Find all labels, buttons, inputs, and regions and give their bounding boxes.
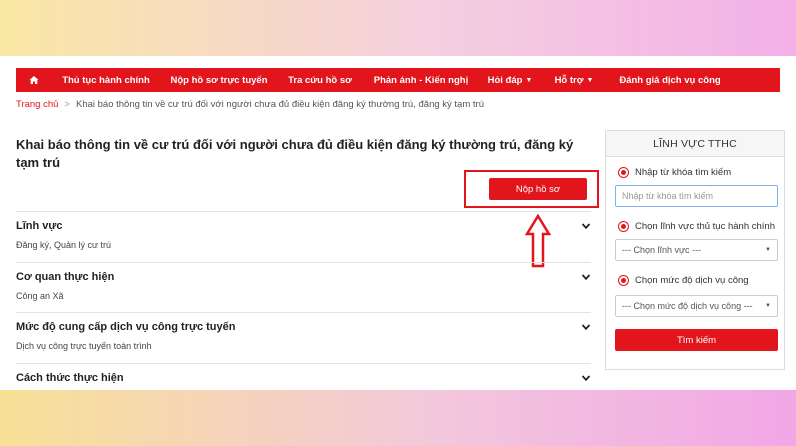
section-divider: [16, 363, 591, 364]
section-heading: Lĩnh vực: [16, 220, 63, 232]
chevron-down-icon: [581, 223, 591, 230]
section-cach-thuc: Cách thức thực hiện: [16, 363, 591, 388]
keyword-search-input[interactable]: [615, 185, 778, 207]
level-select[interactable]: --- Chọn mức độ dịch vụ công --- ▼: [615, 295, 778, 317]
caret-down-icon: ▼: [765, 303, 771, 309]
section-divider: [16, 211, 591, 212]
radio-checked-icon[interactable]: [618, 167, 629, 178]
breadcrumb: Trang chủ > Khai báo thông tin về cư trú…: [16, 99, 484, 110]
page-sheet: Thủ tục hành chính Nộp hồ sơ trực tuyến …: [0, 56, 796, 390]
radio-checked-icon[interactable]: [618, 275, 629, 286]
nav-item-phan-anh[interactable]: Phản ánh - Kiến nghị: [362, 75, 480, 86]
level-select-value: --- Chọn mức độ dịch vụ công ---: [622, 301, 753, 311]
section-header[interactable]: Cơ quan thực hiện: [16, 267, 591, 287]
chevron-down-icon: [581, 375, 591, 382]
search-button[interactable]: Tìm kiếm: [615, 329, 778, 351]
sidebar-title: LĨNH VỰC TTHC: [606, 131, 784, 157]
nav-item-nop-ho-so[interactable]: Nộp hồ sơ trực tuyến: [160, 75, 278, 86]
main-navbar: Thủ tục hành chính Nộp hồ sơ trực tuyến …: [16, 68, 780, 92]
section-header[interactable]: Mức độ cung cấp dịch vụ công trực tuyến: [16, 317, 591, 337]
breadcrumb-separator: >: [64, 99, 70, 110]
home-icon: [29, 76, 39, 84]
section-muc-do: Mức độ cung cấp dịch vụ công trực tuyến …: [16, 312, 591, 351]
caret-down-icon: ▼: [525, 76, 533, 84]
sidebar-panel: LĨNH VỰC TTHC Nhập từ khóa tìm kiếm Chọn…: [605, 130, 785, 370]
breadcrumb-home-link[interactable]: Trang chủ: [16, 99, 58, 110]
section-value: Công an Xã: [16, 291, 64, 301]
nav-item-tra-cuu[interactable]: Tra cứu hồ sơ: [278, 75, 362, 86]
breadcrumb-current: Khai báo thông tin về cư trú đối với ngư…: [75, 99, 484, 110]
bottom-decorative-band: [0, 390, 796, 446]
nav-item-ho-tro[interactable]: Hỗ trợ ▼: [540, 75, 608, 86]
section-header[interactable]: Cách thức thực hiện: [16, 368, 591, 388]
radio-checked-icon[interactable]: [618, 221, 629, 232]
field-select[interactable]: --- Chọn lĩnh vực --- ▼: [615, 239, 778, 261]
chevron-down-icon: [581, 324, 591, 331]
section-co-quan: Cơ quan thực hiện Công an Xã: [16, 262, 591, 301]
option-field[interactable]: Chọn lĩnh vực thủ tục hành chính: [618, 221, 775, 232]
chevron-down-icon: [581, 274, 591, 281]
section-value: Dịch vụ công trực tuyến toàn trình: [16, 341, 152, 351]
section-heading: Mức độ cung cấp dịch vụ công trực tuyến: [16, 321, 236, 333]
section-linh-vuc: Lĩnh vực Đăng ký, Quản lý cư trú: [16, 211, 591, 250]
section-value: Đăng ký, Quản lý cư trú: [16, 240, 112, 250]
section-heading: Cách thức thực hiện: [16, 372, 124, 384]
section-divider: [16, 312, 591, 313]
section-header[interactable]: Lĩnh vực: [16, 216, 591, 236]
option-label: Chọn mức độ dịch vụ công: [635, 275, 749, 286]
option-label: Nhập từ khóa tìm kiếm: [635, 167, 732, 178]
field-select-value: --- Chọn lĩnh vực ---: [622, 245, 702, 255]
section-divider: [16, 262, 591, 263]
option-label: Chọn lĩnh vực thủ tục hành chính: [635, 221, 775, 232]
caret-down-icon: ▼: [765, 247, 771, 253]
nav-item-thu-tuc[interactable]: Thủ tục hành chính: [52, 75, 160, 86]
nav-item-danh-gia[interactable]: Đánh giá dịch vụ công: [608, 75, 732, 86]
section-heading: Cơ quan thực hiện: [16, 271, 115, 283]
submit-application-button[interactable]: Nộp hồ sơ: [489, 178, 587, 200]
option-keyword[interactable]: Nhập từ khóa tìm kiếm: [618, 167, 731, 178]
nav-home[interactable]: [16, 75, 52, 85]
top-decorative-band: [0, 0, 796, 56]
caret-down-icon: ▼: [586, 76, 594, 84]
option-level[interactable]: Chọn mức độ dịch vụ công: [618, 275, 749, 286]
nav-item-hoi-dap[interactable]: Hỏi đáp ▼: [480, 75, 540, 86]
page-title: Khai báo thông tin về cư trú đối với ngư…: [16, 137, 574, 170]
